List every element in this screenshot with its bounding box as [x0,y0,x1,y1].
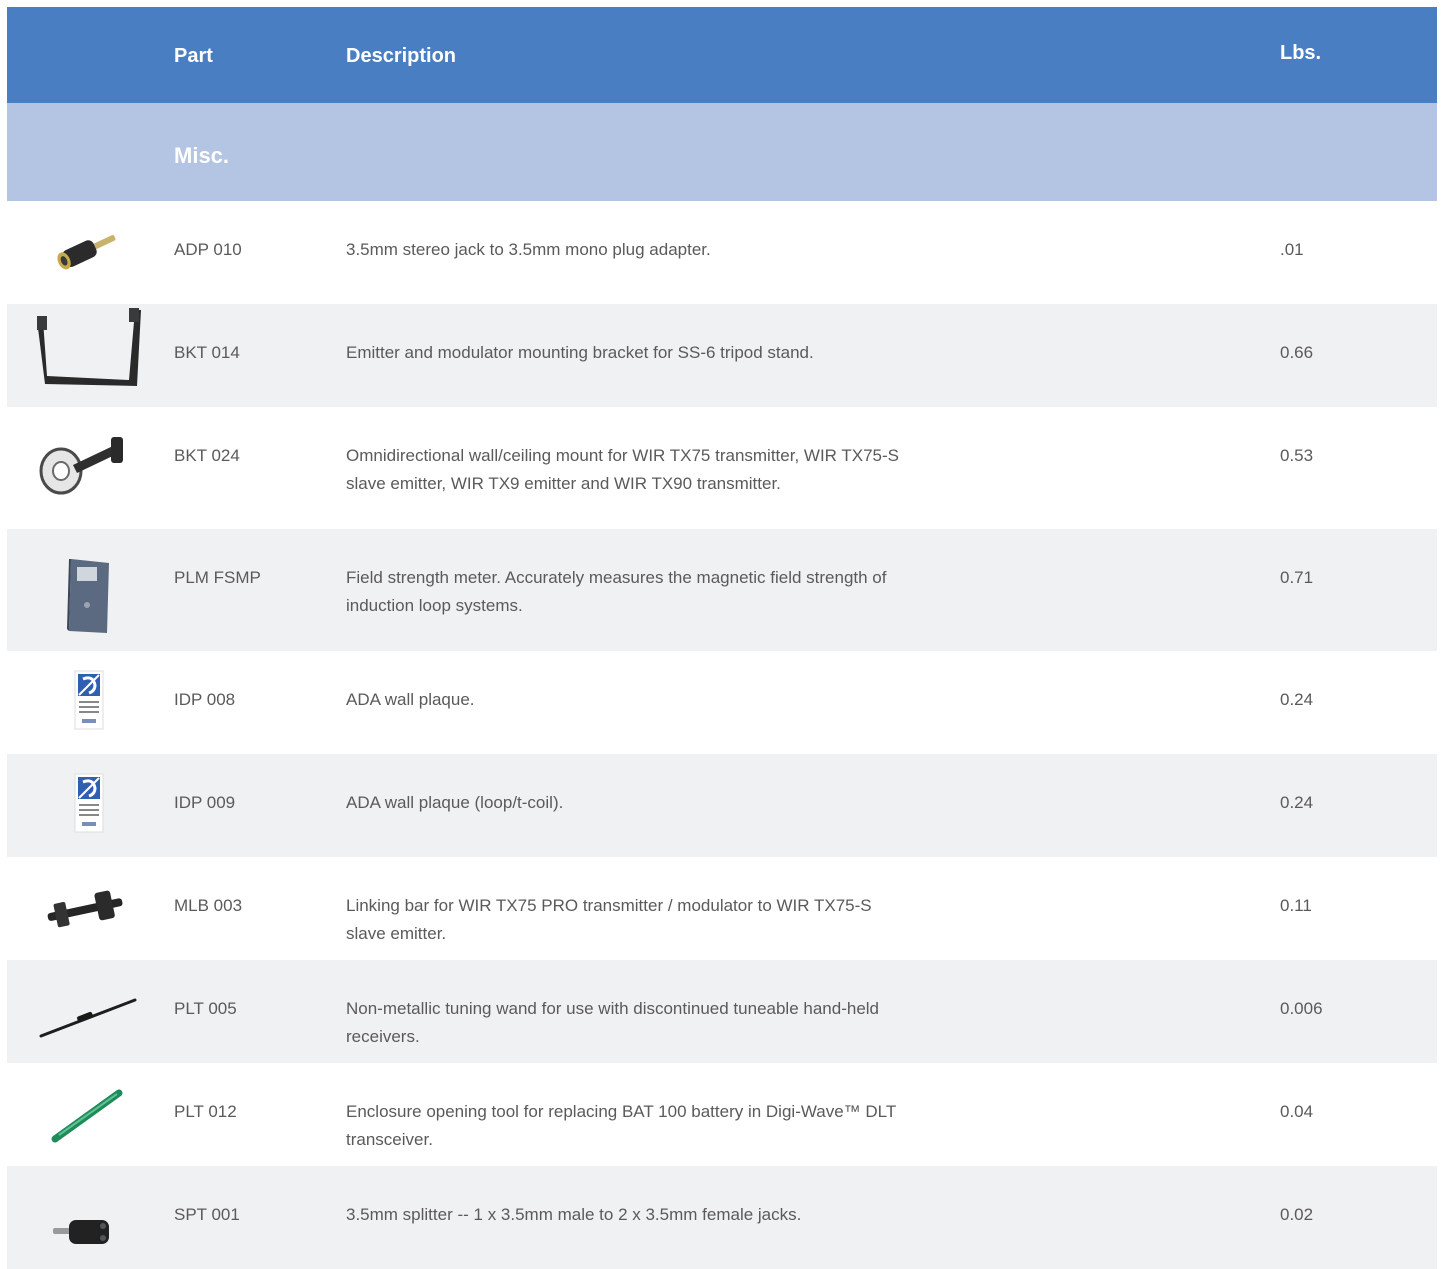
header-description: Description [346,45,457,67]
wall-mount-icon [39,437,123,495]
part-number: PLT 012 [174,1102,237,1121]
part-number: IDP 008 [174,690,236,709]
part-weight: 0.04 [1280,1102,1314,1121]
linking-bar-icon [47,890,123,928]
opening-tool-icon [51,1089,123,1143]
tuning-wand-icon [39,998,137,1038]
splitter-icon [53,1220,109,1244]
audio-adapter-icon [57,235,116,270]
part-weight: 0.006 [1280,999,1323,1018]
part-weight: 0.71 [1280,568,1314,587]
part-number: BKT 014 [174,343,240,362]
table-row: IDP 008 ADA wall plaque. 0.24 [7,651,1437,754]
part-number: ADP 010 [174,240,242,259]
table-row: SPT 001 3.5mm splitter -- 1 x 3.5mm male… [7,1166,1437,1269]
part-description: Omnidirectional wall/ceiling mount for W… [346,446,899,493]
part-description: ADA wall plaque. [346,690,475,709]
part-weight: 0.53 [1280,446,1314,465]
section-title: Misc. [174,143,230,168]
table-row: PLT 005 Non-metallic tuning wand for use… [7,960,1437,1063]
part-description: Emitter and modulator mounting bracket f… [346,343,814,362]
part-description: ADA wall plaque (loop/t-coil). [346,793,564,812]
part-weight: 0.66 [1280,343,1314,362]
table-row: BKT 024 Omnidirectional wall/ceiling mou… [7,407,1437,529]
part-weight: 0.24 [1280,690,1314,709]
part-description: 3.5mm stereo jack to 3.5mm mono plug ada… [346,240,711,259]
part-number: BKT 024 [174,446,240,465]
bracket-icon [37,308,141,386]
table-row: BKT 014 Emitter and modulator mounting b… [7,304,1437,407]
section-heading: Misc. [7,103,1437,201]
part-number: PLM FSMP [174,568,261,587]
parts-table: Part Description Lbs. Misc. ADP 010 3.5m… [7,7,1437,1269]
header-lbs: Lbs. [1280,42,1322,64]
part-description: 3.5mm splitter -- 1 x 3.5mm male to 2 x … [346,1205,802,1224]
part-weight: .01 [1280,240,1304,259]
part-description: Enclosure opening tool for replacing BAT… [346,1102,896,1149]
ada-plaque-icon [74,773,104,833]
part-description: Linking bar for WIR TX75 PRO transmitter… [346,896,872,943]
part-number: IDP 009 [174,793,236,812]
part-number: PLT 005 [174,999,237,1018]
part-description: Non-metallic tuning wand for use with di… [346,999,880,1046]
part-number: MLB 003 [174,896,243,915]
table-header: Part Description Lbs. [7,7,1437,103]
part-description: Field strength meter. Accurately measure… [346,568,887,615]
table-row: ADP 010 3.5mm stereo jack to 3.5mm mono … [7,201,1437,304]
header-part: Part [174,45,213,67]
table-row: PLM FSMP Field strength meter. Accuratel… [7,529,1437,651]
part-weight: 0.02 [1280,1205,1314,1224]
table-row: PLT 012 Enclosure opening tool for repla… [7,1063,1437,1166]
ada-plaque-icon [74,670,104,730]
table-row: IDP 009 ADA wall plaque (loop/t-coil). 0… [7,754,1437,857]
table-row: MLB 003 Linking bar for WIR TX75 PRO tra… [7,857,1437,960]
part-weight: 0.11 [1280,896,1312,915]
part-weight: 0.24 [1280,793,1314,812]
part-number: SPT 001 [174,1205,240,1224]
field-meter-icon [67,559,109,633]
